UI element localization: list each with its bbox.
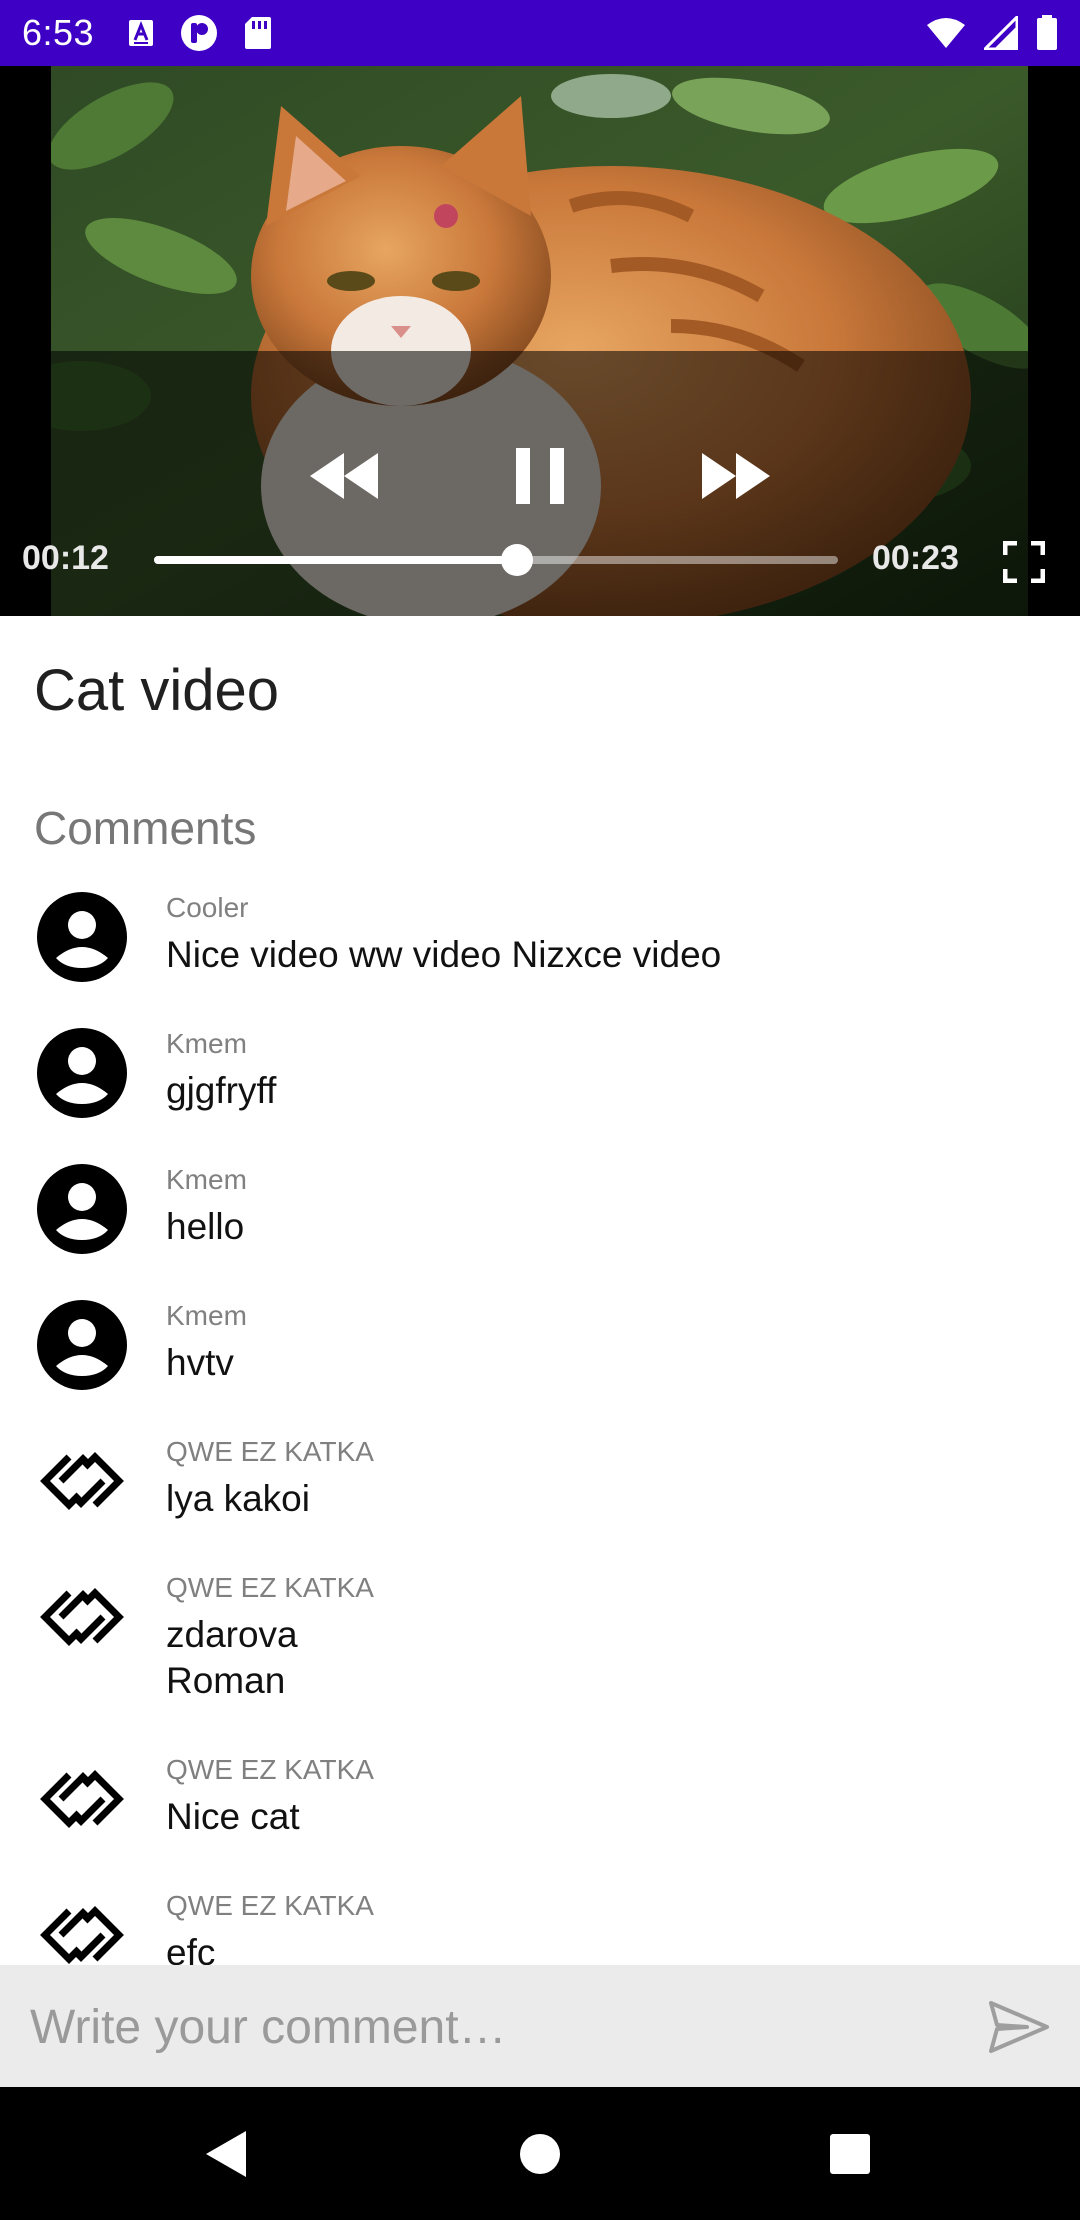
comment-author: QWE EZ KATKA — [166, 1572, 374, 1603]
comment-item: Kmem gjgfryff — [0, 1016, 1080, 1152]
comment-text: hello — [166, 1206, 245, 1247]
send-icon — [989, 2001, 1049, 2053]
comment-list[interactable]: Cooler Nice video ww video Nizxce video … — [0, 880, 1080, 1965]
nav-home-button[interactable] — [480, 2087, 600, 2220]
comment-text: gjgfryff — [166, 1070, 277, 1111]
comment-item: Kmem hvtv — [0, 1288, 1080, 1424]
signal-icon — [984, 16, 1018, 50]
rewind-icon — [310, 453, 378, 499]
fullscreen-button[interactable] — [996, 534, 1052, 590]
seek-bar[interactable] — [154, 544, 838, 576]
nav-recents-button[interactable] — [790, 2087, 910, 2220]
status-left-icons — [128, 14, 272, 52]
comment-item: Cooler Nice video ww video Nizxce video — [0, 880, 1080, 1016]
pause-icon — [516, 448, 564, 504]
comments-header: Comments — [34, 802, 257, 854]
rewind-button[interactable] — [304, 436, 384, 516]
comment-author: QWE EZ KATKA — [166, 1754, 374, 1785]
comment-composer — [0, 1965, 1080, 2087]
a-box-icon — [128, 19, 154, 47]
comment-text: Nice cat — [166, 1796, 300, 1837]
comment-text: hvtv — [166, 1342, 234, 1383]
send-button[interactable] — [984, 1995, 1054, 2059]
seek-bar-progress — [154, 556, 517, 564]
comment-item: QWE EZ KATKA zdarova Roman — [0, 1560, 1080, 1742]
avatar — [37, 1300, 127, 1390]
recents-icon — [830, 2133, 870, 2174]
current-time: 00:12 — [22, 539, 109, 577]
account-circle-icon — [37, 1164, 127, 1254]
status-time: 6:53 — [22, 12, 95, 53]
status-bar: 6:53 — [0, 0, 1080, 66]
comment-author: Cooler — [166, 892, 249, 923]
battery-icon — [1036, 15, 1058, 51]
avatar — [37, 1436, 127, 1526]
fast-forward-icon — [702, 453, 770, 499]
avatar — [37, 1890, 127, 1965]
nav-back-button[interactable] — [166, 2087, 286, 2220]
account-circle-icon — [37, 1300, 127, 1390]
home-icon — [520, 2133, 560, 2174]
fullscreen-icon — [1003, 541, 1045, 583]
wifi-icon — [926, 17, 966, 49]
comment-text: Nice video ww video Nizxce video — [166, 934, 722, 975]
p-circle-icon — [180, 14, 218, 52]
fast-forward-button[interactable] — [696, 436, 776, 516]
back-icon — [206, 2130, 246, 2177]
comment-author: QWE EZ KATKA — [166, 1890, 374, 1921]
account-circle-icon — [37, 892, 127, 982]
status-right-icons — [926, 15, 1058, 51]
comment-item: QWE EZ KATKA lya kakoi — [0, 1424, 1080, 1560]
video-title: Cat video — [34, 658, 280, 723]
sd-card-icon — [244, 16, 272, 50]
duration-time: 00:23 — [872, 539, 959, 577]
avatar — [37, 1572, 127, 1662]
comment-text: zdarova Roman — [166, 1614, 298, 1701]
account-circle-icon — [37, 1028, 127, 1118]
seek-bar-thumb[interactable] — [500, 544, 533, 576]
diamond-link-logo-icon — [40, 1588, 124, 1646]
avatar — [37, 1028, 127, 1118]
diamond-link-logo-icon — [40, 1770, 124, 1828]
comment-author: Kmem — [166, 1028, 247, 1059]
comment-input[interactable] — [28, 1987, 948, 2067]
comment-item: Kmem hello — [0, 1152, 1080, 1288]
avatar — [37, 1754, 127, 1844]
diamond-link-logo-icon — [40, 1452, 124, 1510]
avatar — [37, 1164, 127, 1254]
comment-text: efc — [166, 1932, 216, 1965]
comment-author: QWE EZ KATKA — [166, 1436, 374, 1467]
comment-item: QWE EZ KATKA Nice cat — [0, 1742, 1080, 1878]
video-player[interactable]: 00:12 00:23 — [0, 66, 1080, 616]
comment-author: Kmem — [166, 1300, 247, 1331]
pause-button[interactable] — [500, 431, 580, 521]
system-nav-bar — [0, 2087, 1080, 2220]
comment-text: lya kakoi — [166, 1478, 310, 1519]
comment-author: Kmem — [166, 1164, 247, 1195]
avatar — [37, 892, 127, 982]
comment-item: QWE EZ KATKA efc — [0, 1878, 1080, 1965]
diamond-link-logo-icon — [40, 1906, 124, 1964]
